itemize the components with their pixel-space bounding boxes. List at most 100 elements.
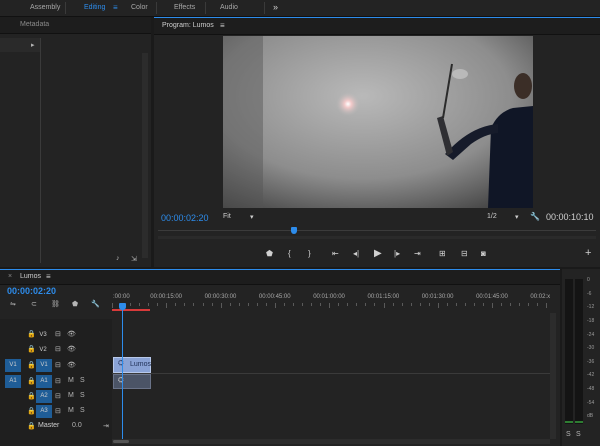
master-volume[interactable]: 0.0 [72,422,82,429]
sync-icon[interactable]: ⊟ [55,330,61,338]
sync-icon[interactable]: ⊟ [55,361,61,369]
ruler-tick [112,303,113,308]
video-frame[interactable] [223,36,533,208]
lock-icon[interactable]: 🔒 [27,345,36,353]
menu-icon[interactable]: ≡ [113,3,118,12]
ruler-tick [483,303,485,306]
eye-icon[interactable]: 👁 [67,330,76,338]
workspace-editing[interactable]: Editing [84,4,105,11]
workspace-effects[interactable]: Effects [174,4,195,11]
step-back-icon[interactable]: ◂| [353,249,359,258]
sync-icon[interactable]: ⊟ [55,377,61,385]
ruler-tick-label: 00:02:x [530,294,551,300]
sync-icon[interactable]: ⊟ [55,392,61,400]
track-label-a1[interactable]: A1 [36,375,52,388]
linked-selection-icon[interactable]: ⛓ [51,300,60,308]
ruler-tick [256,303,258,306]
solo-left-button[interactable]: S [566,431,571,438]
tab-metadata[interactable]: Metadata [20,21,49,28]
program-timecode[interactable]: 00:00:02:20 [161,213,209,223]
work-area-bar[interactable] [112,309,150,311]
program-playhead[interactable] [290,227,297,234]
solo-button[interactable]: S [80,392,85,399]
step-forward-icon[interactable]: |▸ [394,249,400,258]
mute-button[interactable]: M [68,392,74,399]
scrollbar-thumb[interactable] [113,440,129,443]
vertical-scrollbar[interactable] [550,313,556,439]
audio-note-icon[interactable]: ♪ [116,255,120,262]
video-clip[interactable]: ⛭ Lumos [113,357,151,373]
marker-icon[interactable]: ⬟ [72,300,78,308]
extract-icon[interactable]: ⊟ [461,249,468,258]
go-to-out-icon[interactable]: ⇥ [414,249,421,258]
lift-icon[interactable]: ⊞ [439,249,446,258]
eye-icon[interactable]: 👁 [67,345,76,353]
eye-icon[interactable]: 👁 [67,361,76,369]
workspace-audio[interactable]: Audio [220,4,238,11]
close-icon[interactable]: × [8,273,12,280]
expand-arrow-icon[interactable]: ▸ [31,41,35,49]
lock-icon[interactable]: 🔒 [27,361,36,369]
audio-clip[interactable]: ⛭ [113,374,151,389]
go-to-end-icon[interactable]: ⇥ [103,422,109,430]
ruler-tick [202,303,204,306]
add-button-icon[interactable]: + [585,247,591,259]
solo-button[interactable]: S [80,377,85,384]
horizontal-scrollbar[interactable] [112,439,550,444]
tab-sequence[interactable]: Lumos [20,273,41,280]
ruler-tick [247,303,249,306]
track-label-a3[interactable]: A3 [36,405,52,418]
lock-icon[interactable]: 🔒 [27,422,36,430]
divider [264,2,265,14]
chevron-down-icon[interactable]: ▾ [515,213,519,221]
export-icon[interactable]: ⇲ [131,255,137,263]
fit-select[interactable]: Fit [223,213,231,220]
program-tabbar: Program: Lumos ≡ [154,17,600,35]
overflow-chevron-icon[interactable]: » [273,2,278,12]
lock-icon[interactable]: 🔒 [27,392,36,400]
track-area[interactable] [112,313,550,439]
program-title[interactable]: Program: Lumos [162,22,214,29]
wrench-icon[interactable]: 🔧 [530,212,540,221]
playhead-handle[interactable] [119,303,126,310]
workspace-color[interactable]: Color [131,4,148,11]
workspace-assembly[interactable]: Assembly [30,4,60,11]
chevron-down-icon[interactable]: ▾ [250,213,254,221]
ruler-tick [528,303,530,306]
solo-button[interactable]: S [80,407,85,414]
solo-right-button[interactable]: S [576,431,581,438]
ruler-tick [392,303,394,306]
lock-icon[interactable]: 🔒 [27,377,36,385]
menu-icon[interactable]: ≡ [220,21,225,30]
export-frame-icon[interactable]: ◙ [481,249,486,258]
timeline-playhead[interactable] [122,303,123,439]
marker-icon[interactable]: ⬟ [266,249,273,258]
source-patch-a1[interactable]: A1 [5,375,21,388]
time-ruler[interactable]: :00:00 00:00:15:00 00:00:30:00 00:00:45:00 0… [112,291,552,309]
mark-out-icon[interactable]: } [308,249,311,258]
go-to-in-icon[interactable]: ⇤ [332,249,339,258]
track-label-v1[interactable]: V1 [36,359,52,372]
resolution-select[interactable]: 1/2 [487,213,497,220]
lock-icon[interactable]: 🔒 [27,330,36,338]
program-scrubber[interactable] [158,236,596,239]
play-icon[interactable]: ▶ [374,248,382,259]
sync-icon[interactable]: ⊟ [55,345,61,353]
source-patch-v1[interactable]: V1 [5,359,21,372]
lock-icon[interactable]: 🔒 [27,407,36,415]
scrollbar[interactable] [142,53,148,258]
track-label-v2[interactable]: V2 [36,345,50,355]
timeline-timecode[interactable]: 00:00:02:20 [7,286,56,296]
mute-button[interactable]: M [68,377,74,384]
nest-icon[interactable]: ⇋ [10,300,16,308]
track-label-v3[interactable]: V3 [36,330,50,340]
snap-icon[interactable]: ⊂ [31,300,37,308]
track-label-a2[interactable]: A2 [36,390,52,403]
mark-in-icon[interactable]: { [288,249,291,258]
mute-button[interactable]: M [68,407,74,414]
wrench-icon[interactable]: 🔧 [91,300,100,308]
ruler-tick [501,303,503,306]
divider [156,2,157,14]
menu-icon[interactable]: ≡ [46,272,51,281]
sync-icon[interactable]: ⊟ [55,407,61,415]
